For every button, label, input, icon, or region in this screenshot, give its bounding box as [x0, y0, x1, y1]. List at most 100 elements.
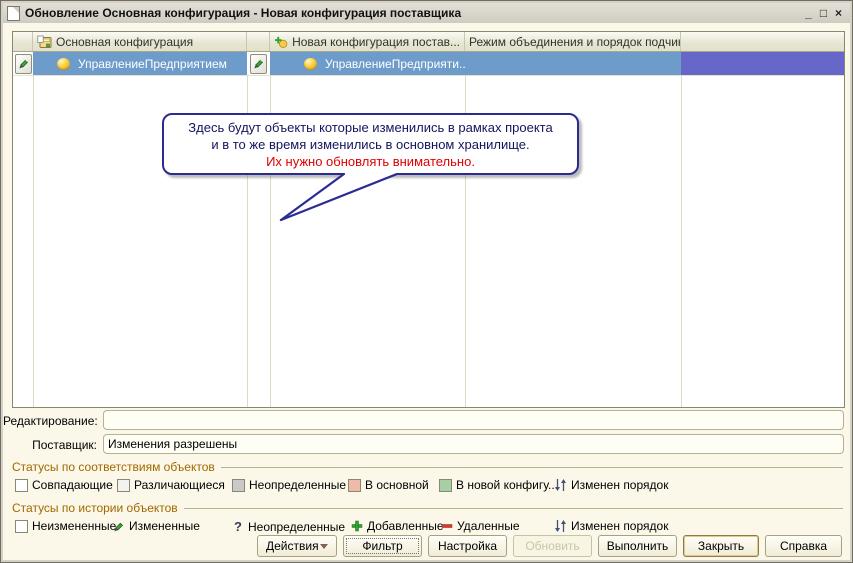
hint-line-1: Здесь будут объекты которые изменились в…	[164, 119, 577, 136]
legend-label: В основной	[365, 478, 429, 492]
configuration-root-icon	[304, 58, 317, 70]
row-separator	[13, 75, 844, 76]
different-swatch	[117, 479, 130, 492]
plus-icon	[351, 520, 363, 532]
button-row: Действия Фильтр Настройка Обновить Выпол…	[257, 535, 842, 557]
legend-label: В новой конфигу...	[456, 478, 558, 492]
window-title: Обновление Основная конфигурация - Новая…	[25, 6, 801, 20]
editing-label: Редактирование:	[3, 414, 97, 428]
legend-label: Изменен порядок	[571, 478, 668, 492]
actions-button-label: Действия	[266, 539, 319, 553]
vendor-input[interactable]	[103, 434, 844, 454]
in-new-swatch	[439, 479, 452, 492]
status-cell-main[interactable]	[13, 52, 33, 75]
filter-button-label: Фильтр	[362, 539, 402, 553]
new-configuration-icon	[274, 35, 288, 49]
filter-button[interactable]: Фильтр	[343, 535, 422, 557]
update-button: Обновить	[513, 535, 592, 557]
chevron-down-icon	[320, 544, 328, 549]
help-button[interactable]: Справка	[765, 535, 842, 557]
merge-mode-cell[interactable]	[465, 52, 681, 75]
legend-item-changed: Измененные	[112, 519, 200, 533]
window-content: Основная конфигурация Новая конфигурация…	[3, 23, 850, 560]
close-window-button[interactable]: Закрыть	[683, 535, 759, 557]
changed-pencil-icon	[252, 57, 265, 70]
settings-button[interactable]: Настройка	[428, 535, 507, 557]
legend-label: Неопределенные	[249, 478, 346, 492]
status-box	[250, 54, 267, 74]
header-vendor-configuration[interactable]: Новая конфигурация постав...	[270, 32, 465, 51]
gridline	[33, 75, 34, 407]
vendor-configuration-cell[interactable]: УправлениеПредприяти...	[270, 52, 465, 75]
group-line	[184, 508, 843, 509]
legend-item-in-new: В новой конфигу...	[439, 478, 558, 492]
status-cell-vendor[interactable]	[247, 52, 270, 75]
vendor-configuration-name: УправлениеПредприяти...	[325, 57, 465, 71]
legend-item-order-changed: Изменен порядок	[554, 478, 668, 492]
legend-item-added: Добавленные	[351, 519, 444, 533]
close-button[interactable]: ×	[831, 6, 846, 21]
legend-item-history-undefined: ? Неопределенные	[232, 519, 345, 534]
in-main-swatch	[348, 479, 361, 492]
callout-tail	[269, 173, 409, 229]
reorder-icon	[554, 519, 567, 533]
legend-label: Измененные	[129, 519, 200, 533]
status-box	[15, 54, 32, 74]
unchanged-swatch	[15, 520, 28, 533]
legend-label: Неопределенные	[248, 520, 345, 534]
legend-label: Различающиеся	[134, 478, 225, 492]
changed-pencil-icon	[17, 57, 30, 70]
close-button-label: Закрыть	[698, 539, 744, 553]
changed-pencil-icon	[112, 520, 125, 533]
editing-input[interactable]	[103, 410, 844, 430]
row-tail-cell[interactable]	[681, 52, 844, 75]
update-button-label: Обновить	[525, 539, 579, 553]
help-button-label: Справка	[780, 539, 827, 553]
update-configuration-window: Обновление Основная конфигурация - Новая…	[0, 0, 853, 563]
main-configuration-name: УправлениеПредприятием	[78, 57, 227, 71]
configuration-icon	[37, 35, 52, 49]
legend-label: Совпадающие	[32, 478, 113, 492]
configuration-compare-table: Основная конфигурация Новая конфигурация…	[12, 31, 845, 408]
legend-label: Неизмененные	[32, 519, 116, 533]
legend-item-unchanged: Неизмененные	[15, 519, 116, 533]
header-main-configuration[interactable]: Основная конфигурация	[33, 32, 247, 51]
actions-button[interactable]: Действия	[257, 535, 337, 557]
legend-item-matching: Совпадающие	[15, 478, 113, 492]
title-bar: Обновление Основная конфигурация - Новая…	[3, 3, 850, 23]
hint-callout: Здесь будут объекты которые изменились в…	[162, 113, 579, 175]
header-status-main[interactable]	[13, 32, 33, 51]
document-icon	[7, 6, 20, 21]
main-configuration-cell[interactable]: УправлениеПредприятием	[33, 52, 247, 75]
header-merge-mode[interactable]: Режим объединения и порядок подчин...	[465, 32, 681, 51]
undefined-swatch	[232, 479, 245, 492]
vendor-label: Поставщик:	[3, 438, 97, 452]
legend-item-in-main: В основной	[348, 478, 429, 492]
legend-history-title-label: Статусы по истории объектов	[12, 501, 178, 515]
execute-button[interactable]: Выполнить	[598, 535, 677, 557]
legend-matching-title-label: Статусы по соответствиям объектов	[12, 460, 215, 474]
legend-item-different: Различающиеся	[117, 478, 225, 492]
legend-history-title: Статусы по истории объектов	[12, 501, 843, 515]
legend-label: Удаленные	[457, 519, 520, 533]
hint-warning-line: Их нужно обновлять внимательно.	[164, 153, 577, 170]
legend-label: Изменен порядок	[571, 519, 668, 533]
legend-item-undefined: Неопределенные	[232, 478, 346, 492]
maximize-button[interactable]: □	[816, 6, 831, 21]
header-merge-mode-label: Режим объединения и порядок подчин...	[469, 35, 681, 49]
legend-matching-title: Статусы по соответствиям объектов	[12, 460, 843, 474]
configuration-root-icon	[57, 58, 70, 70]
configuration-row[interactable]: УправлениеПредприятием УправлениеПредпри…	[13, 52, 844, 75]
question-icon: ?	[232, 519, 244, 534]
header-empty	[681, 32, 844, 51]
settings-button-label: Настройка	[438, 539, 497, 553]
gridline	[681, 75, 682, 407]
minus-icon	[441, 520, 453, 532]
hint-line-2: и в то же время изменились в основном хр…	[164, 136, 577, 153]
table-header-row: Основная конфигурация Новая конфигурация…	[13, 32, 844, 52]
header-main-configuration-label: Основная конфигурация	[56, 35, 193, 49]
minimize-button[interactable]: _	[801, 6, 816, 21]
header-status-vendor[interactable]	[247, 32, 270, 51]
header-vendor-configuration-label: Новая конфигурация постав...	[292, 35, 460, 49]
matching-swatch	[15, 479, 28, 492]
